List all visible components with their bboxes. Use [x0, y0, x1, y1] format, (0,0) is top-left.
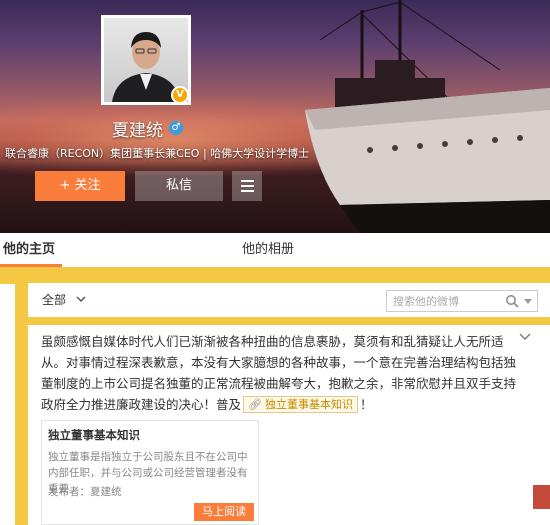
verified-badge-icon: V [171, 86, 189, 104]
topic-tag-link[interactable]: 🔗︎ 独立董事基本知识 [243, 396, 358, 413]
search-input[interactable] [393, 293, 503, 309]
search-options-chevron-icon[interactable] [524, 299, 532, 305]
link-icon: 🔗︎ [248, 398, 262, 411]
post-body-end: ！ [359, 397, 373, 412]
profile-name-row: 夏建统 ♂ [112, 116, 183, 141]
follow-button[interactable]: + 关注 [35, 171, 125, 201]
article-title[interactable]: 独立董事基本知识 [48, 427, 140, 443]
male-gender-icon: ♂ [169, 121, 183, 135]
search-box[interactable] [386, 290, 538, 312]
profile-name: 夏建统 [112, 120, 163, 141]
message-button[interactable]: 私信 [135, 171, 223, 201]
tab-home[interactable]: 他的主页 [3, 233, 55, 267]
filter-all-dropdown[interactable]: 全部 [42, 283, 66, 317]
floating-side-button[interactable] [533, 485, 550, 509]
ship-image [305, 0, 550, 233]
post-options-chevron-icon[interactable] [519, 333, 531, 341]
active-tab-indicator [0, 264, 62, 267]
tab-album[interactable]: 他的相册 [242, 233, 294, 267]
more-menu-button[interactable] [232, 171, 262, 201]
profile-tabs: 他的主页 他的相册 [0, 233, 550, 267]
read-now-button[interactable]: 马上阅读 [194, 503, 254, 521]
article-card[interactable]: 独立董事基本知识 独立董事是指独立于公司股东且不在公司中内部任职，并与公司或公司… [41, 420, 259, 525]
post-text: 虽颇感慨自媒体时代人们已渐渐被各种扭曲的信息裹胁，莫须有和乱猜疑让人无所适从。对… [41, 331, 526, 415]
search-icon[interactable] [505, 294, 519, 308]
feed-filter-bar: 全部 [28, 283, 550, 317]
profile-bio: 联合睿康（RECON）集团董事长兼CEO | 哈佛大学设计学博士 [5, 147, 310, 160]
post-card: 虽颇感慨自媒体时代人们已渐渐被各种扭曲的信息裹胁，莫须有和乱猜疑让人无所适从。对… [28, 325, 550, 525]
article-author: 发布者：夏建统 [48, 486, 122, 498]
menu-icon [240, 180, 254, 182]
chevron-down-icon[interactable] [76, 294, 86, 304]
topic-tag-label: 独立董事基本知识 [264, 398, 353, 411]
left-sidebar [0, 284, 15, 525]
cover-banner: V 夏建统 ♂ 联合睿康（RECON）集团董事长兼CEO | 哈佛大学设计学博士… [0, 0, 550, 233]
